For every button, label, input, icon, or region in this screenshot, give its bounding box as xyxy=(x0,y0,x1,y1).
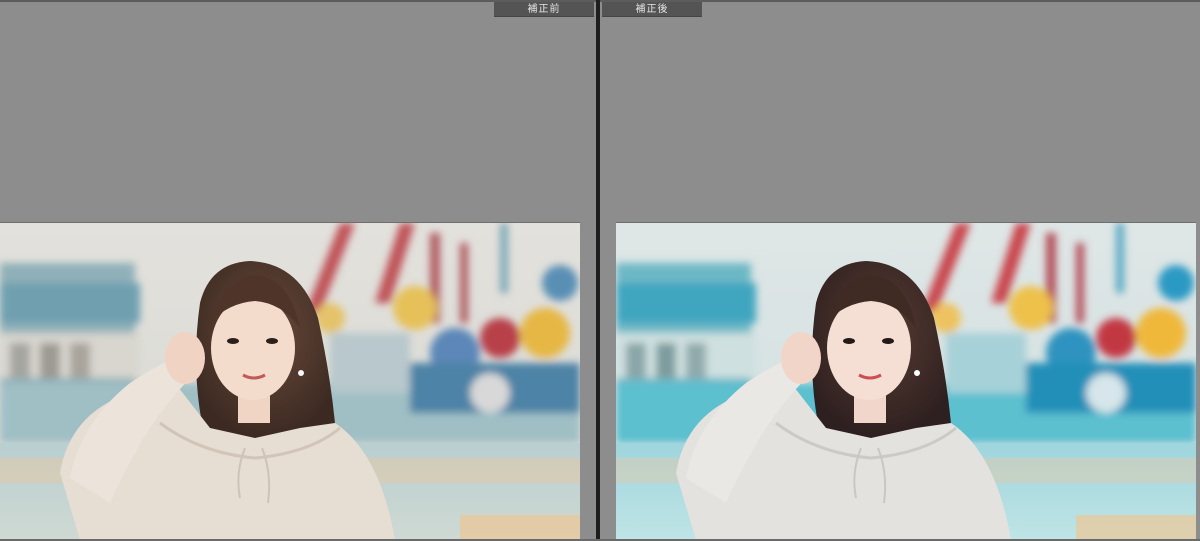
photo-before-image xyxy=(0,223,580,539)
photo-after[interactable] xyxy=(616,222,1196,539)
pane-after[interactable]: 補正後 xyxy=(600,2,1200,539)
pane-before[interactable]: 補正前 xyxy=(0,2,596,539)
after-label: 補正後 xyxy=(602,2,702,17)
before-label: 補正前 xyxy=(494,2,594,17)
photo-after-image xyxy=(616,223,1196,539)
photo-before[interactable] xyxy=(0,222,580,539)
compare-view: 補正前 補正後 xyxy=(0,0,1200,541)
